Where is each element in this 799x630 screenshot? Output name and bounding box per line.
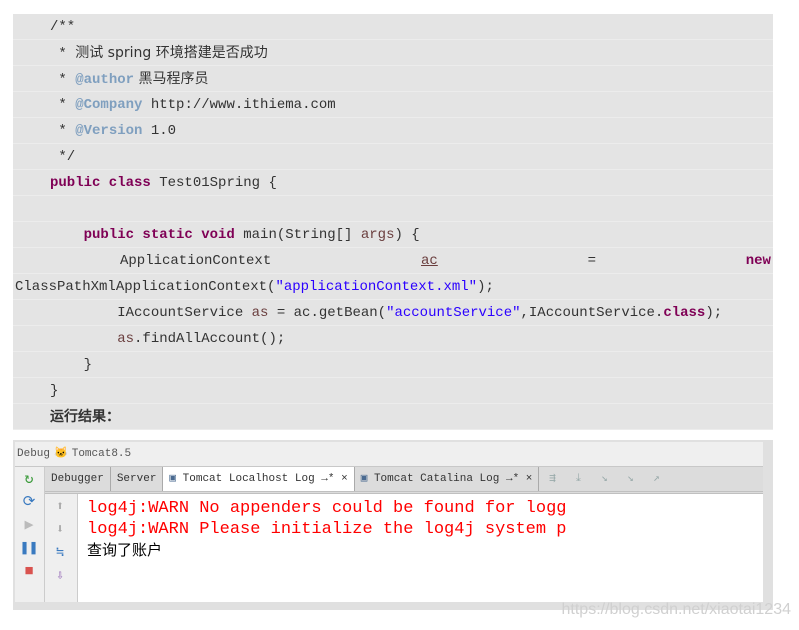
console-line: log4j:WARN No appenders could be found f…: [87, 499, 567, 518]
run-config-name: Tomcat8.5: [71, 448, 132, 460]
javadoc-tag: @Company: [75, 97, 143, 113]
javadoc-tag: @Version: [75, 123, 143, 139]
code-line: IAccountService as = ac.getBean("account…: [13, 300, 773, 326]
comment: /**: [50, 19, 76, 35]
tab-catalina-log[interactable]: ▣ Tomcat Catalina Log →* ×: [355, 467, 540, 491]
code-text: =: [587, 253, 596, 269]
code-text: }: [50, 383, 59, 399]
comment: 1.0: [142, 123, 177, 139]
console-line: log4j:WARN Please initialize the log4j s…: [87, 520, 567, 539]
keyword: class: [663, 305, 706, 321]
debug-toolbar: ↻ ⟳ ▶ ❚❚ ■: [15, 467, 45, 602]
code-line: }: [13, 378, 773, 404]
step-over-icon[interactable]: ⤓: [565, 467, 591, 491]
code-line: /**: [13, 14, 773, 40]
code-line: public class Test01Spring {: [13, 170, 773, 196]
scroll-to-end-icon[interactable]: ⇩: [49, 566, 71, 586]
code-line: }: [13, 352, 773, 378]
close-icon[interactable]: →* ×: [506, 473, 532, 485]
keyword: public class: [50, 175, 151, 191]
code-line: public static void main(String[] args) {: [13, 222, 773, 248]
soft-wrap-icon[interactable]: ≒: [49, 543, 71, 563]
string-literal: "applicationContext.xml": [275, 279, 478, 295]
comment: 黑马程序员: [134, 71, 209, 87]
variable: ac: [421, 253, 438, 269]
code-text: ApplicationContext: [120, 253, 272, 269]
code-text: ,IAccountService.: [520, 305, 664, 321]
step-out-icon[interactable]: ↗: [643, 467, 669, 491]
code-text: ) {: [394, 227, 420, 243]
result-label: 运行结果：: [50, 409, 120, 425]
down-arrow-icon[interactable]: ⬇: [49, 520, 71, 540]
tab-label: Tomcat Catalina Log: [373, 473, 500, 485]
code-line: ApplicationContext ac = new: [13, 248, 773, 274]
close-icon[interactable]: →* ×: [321, 473, 347, 485]
code-line: 运行结果：: [13, 404, 773, 430]
debug-title: Debug: [17, 448, 51, 460]
code-line: ClassPathXmlApplicationContext("applicat…: [13, 274, 773, 300]
comment: http://www.ithiema.com: [142, 97, 336, 113]
debug-tabs: Debugger Server ▣ Tomcat Localhost Log →…: [45, 467, 763, 494]
step-into-icon[interactable]: ↘: [591, 467, 617, 491]
code-text: = ac.getBean(: [268, 305, 387, 321]
code-block: /** * 测试 spring 环境搭建是否成功 * @author 黑马程序员…: [13, 14, 773, 430]
string-literal: "accountService": [386, 305, 521, 321]
code-text: }: [83, 357, 93, 373]
debug-window: Debug 🐱 Tomcat8.5 ↻ ⟳ ▶ ❚❚ ■ Debugger Se…: [15, 442, 763, 602]
code-line: * @Version 1.0: [13, 118, 773, 144]
keyword: new: [745, 253, 771, 269]
code-line: * 测试 spring 环境搭建是否成功: [13, 40, 773, 66]
variable: as: [251, 305, 269, 321]
stop-icon[interactable]: ■: [19, 562, 39, 582]
watermark: https://blog.csdn.net/xiaotai1234: [561, 601, 792, 618]
resume-icon[interactable]: ▶: [19, 516, 39, 536]
comment: *: [50, 46, 76, 62]
code-text: );: [705, 305, 723, 321]
keyword: public static void: [83, 227, 235, 243]
console-output: log4j:WARN No appenders could be found f…: [87, 498, 633, 561]
up-arrow-icon[interactable]: ⬆: [49, 497, 71, 517]
code-text: main(String[]: [234, 227, 361, 243]
tomcat-icon: 🐱: [54, 448, 68, 460]
tab-server[interactable]: Server: [111, 467, 164, 491]
restart-icon[interactable]: ⟳: [19, 493, 39, 513]
log-icon: ▣: [169, 473, 177, 485]
log-icon: ▣: [360, 473, 368, 485]
force-step-into-icon[interactable]: ↘: [617, 467, 643, 491]
code-text: ClassPathXmlApplicationContext(: [15, 279, 276, 295]
show-execution-point-icon[interactable]: ⇶: [539, 467, 565, 491]
code-line: * @Company http://www.ithiema.com: [13, 92, 773, 118]
variable: args: [360, 227, 395, 243]
code-text: );: [477, 279, 494, 295]
console-line: 查询了账户: [87, 541, 163, 559]
comment: 测试 spring 环境搭建是否成功: [75, 45, 268, 61]
code-line: */: [13, 144, 773, 170]
tab-debugger[interactable]: Debugger: [45, 467, 111, 491]
tab-localhost-log[interactable]: ▣ Tomcat Localhost Log →* ×: [163, 467, 355, 491]
debug-screenshot: Debug 🐱 Tomcat8.5 ↻ ⟳ ▶ ❚❚ ■ Debugger Se…: [13, 440, 773, 610]
code-line: [13, 196, 773, 222]
tab-label: Tomcat Localhost Log: [182, 473, 315, 485]
code-text: .findAllAccount();: [134, 331, 286, 347]
code-line: * @author 黑马程序员: [13, 66, 773, 92]
code-line: as.findAllAccount();: [13, 326, 773, 352]
rerun-icon[interactable]: ↻: [19, 470, 39, 490]
pause-icon[interactable]: ❚❚: [19, 539, 39, 559]
variable: as: [117, 331, 135, 347]
code-text: Test01Spring {: [150, 175, 277, 191]
javadoc-tag: @author: [75, 72, 135, 88]
code-text: IAccountService: [117, 305, 252, 321]
comment: */: [50, 149, 76, 165]
console-toolbar: ⬆ ⬇ ≒ ⇩: [45, 494, 78, 602]
debug-titlebar: Debug 🐱 Tomcat8.5: [15, 442, 763, 467]
